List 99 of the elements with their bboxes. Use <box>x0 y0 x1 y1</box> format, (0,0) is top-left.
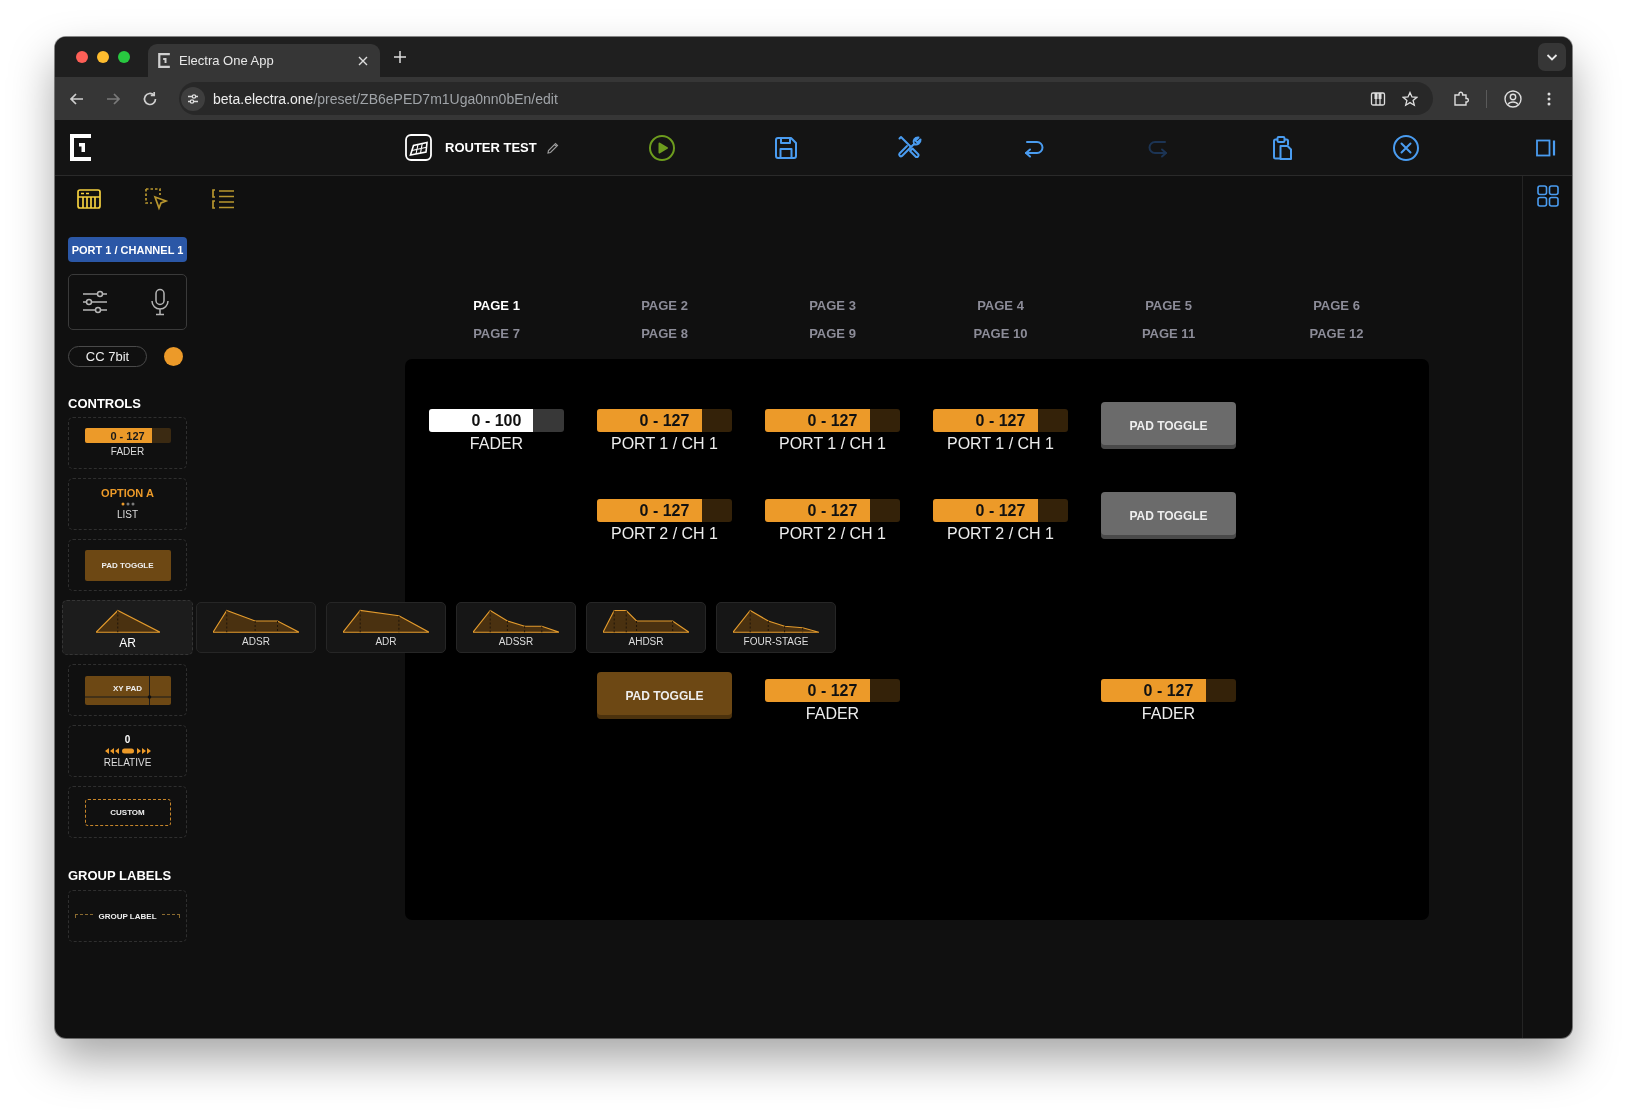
fader-track[interactable]: 0 - 127 <box>765 499 900 522</box>
fader-track[interactable]: 0 - 127 <box>765 409 900 432</box>
group-label-preview: GROUP LABEL <box>98 911 157 921</box>
envelope-label: AR <box>119 636 136 650</box>
fader-track[interactable]: 0 - 127 <box>765 679 900 702</box>
group-label-card[interactable]: GROUP LABEL <box>68 890 187 942</box>
page-tab[interactable]: PAGE 5 <box>1101 292 1236 320</box>
fader-track[interactable]: 0 - 127 <box>597 409 732 432</box>
fader-label: FADER <box>805 704 860 724</box>
site-settings-icon[interactable] <box>181 86 205 111</box>
envelope-curve-icon <box>603 609 689 633</box>
fader-card[interactable]: 0 - 127 FADER <box>68 417 187 469</box>
color-swatch-icon[interactable] <box>164 347 183 366</box>
step-arrows-icon <box>104 747 151 754</box>
port-channel-button[interactable]: PORT 1 / CHANNEL 1 <box>68 237 187 262</box>
grid-view-icon[interactable] <box>1536 185 1559 207</box>
puzzle-piece-icon[interactable] <box>1452 89 1470 108</box>
preset-name: ROUTER TEST <box>445 140 537 155</box>
envelope-option[interactable]: ADSSR <box>456 602 576 653</box>
keyboard-icon[interactable] <box>76 186 102 212</box>
envelope-curve-icon <box>213 609 299 633</box>
envelope-label: AHDSR <box>628 636 664 648</box>
piano-keys-icon[interactable] <box>1370 90 1386 107</box>
fader-label: PORT 1 / CH 1 <box>611 434 718 454</box>
list-icon[interactable] <box>210 186 236 212</box>
fader-track[interactable]: 0 - 100 <box>429 409 564 432</box>
envelope-option[interactable]: ADR <box>326 602 446 653</box>
control-label: RELATIVE <box>103 756 152 769</box>
fader-label: PORT 1 / CH 1 <box>947 434 1054 454</box>
envelope-label: FOUR-STAGE <box>743 636 809 648</box>
pencil-icon[interactable] <box>545 140 560 155</box>
control-label: FADER <box>110 446 145 458</box>
page-tab[interactable]: PAGE 7 <box>429 320 564 348</box>
window-close-icon[interactable] <box>76 51 88 63</box>
close-icon[interactable] <box>1392 133 1420 162</box>
fader-label: PORT 1 / CH 1 <box>779 434 886 454</box>
xy-pad-card[interactable]: XY PAD <box>68 664 187 716</box>
plus-icon[interactable] <box>393 50 407 64</box>
profile-icon[interactable] <box>1504 89 1522 108</box>
selection-cursor-icon[interactable] <box>143 186 169 212</box>
page-tab[interactable]: PAGE 1 <box>429 292 564 320</box>
relative-value: 0 <box>124 733 131 746</box>
list-card[interactable]: OPTION A LIST <box>68 478 187 530</box>
envelope-label: ADR <box>375 636 397 648</box>
envelope-curve-icon <box>473 609 559 633</box>
pad-toggle-preview: PAD TOGGLE <box>84 549 171 581</box>
page-tab[interactable]: PAGE 12 <box>1269 320 1404 348</box>
window-zoom-icon[interactable] <box>118 51 130 63</box>
envelope-curve-icon <box>343 609 429 633</box>
page-tab[interactable]: PAGE 6 <box>1269 292 1404 320</box>
custom-preview: CUSTOM <box>84 798 171 826</box>
option-dots-icon <box>120 502 135 506</box>
play-icon[interactable] <box>648 133 676 162</box>
page-tab[interactable]: PAGE 2 <box>597 292 732 320</box>
page-tab[interactable]: PAGE 9 <box>765 320 900 348</box>
logo-icon[interactable] <box>70 134 91 161</box>
page-tab[interactable]: PAGE 4 <box>933 292 1068 320</box>
page-tab[interactable]: PAGE 3 <box>765 292 900 320</box>
pad-toggle-button[interactable]: PAD TOGGLE <box>597 672 732 719</box>
fader-track[interactable]: 0 - 127 <box>597 499 732 522</box>
address-field[interactable]: beta.electra.one/preset/ZB6ePED7m1Uga0nn0bEn/edit <box>179 82 1433 115</box>
fader-track[interactable]: 0 - 127 <box>933 409 1068 432</box>
section-title: CONTROLS <box>68 396 141 412</box>
envelope-option[interactable]: ADSR <box>196 602 316 653</box>
custom-card[interactable]: CUSTOM <box>68 786 187 838</box>
side-panel-icon[interactable] <box>1536 138 1556 157</box>
page-tab[interactable]: PAGE 11 <box>1101 320 1236 348</box>
keyboard-tile-icon <box>405 134 432 161</box>
list-value: OPTION A <box>101 487 154 500</box>
fader-label: PORT 2 / CH 1 <box>779 524 886 544</box>
section-title: GROUP LABELS <box>68 868 172 884</box>
logo-icon <box>158 53 170 68</box>
page-tab[interactable]: PAGE 10 <box>933 320 1068 348</box>
control-label: LIST <box>116 509 139 521</box>
envelope-option[interactable]: FOUR-STAGE <box>716 602 836 653</box>
envelope-curve-icon <box>733 609 819 633</box>
envelope-curve-icon <box>95 609 160 633</box>
envelope-label: ADSSR <box>498 636 534 648</box>
xy-pad-preview: XY PAD <box>84 675 171 705</box>
window-minimize-icon[interactable] <box>97 51 109 63</box>
page-tab[interactable]: PAGE 8 <box>597 320 732 348</box>
envelope-option[interactable]: AHDSR <box>586 602 706 653</box>
browser-tab[interactable]: Electra One App <box>148 44 380 77</box>
pad-toggle-button[interactable]: PAD TOGGLE <box>1101 402 1236 449</box>
fader-track: 0 - 127 <box>84 428 171 443</box>
chevron-down-icon[interactable] <box>1538 43 1566 71</box>
envelope-option[interactable]: AR <box>62 600 193 655</box>
fader-label: FADER <box>469 434 524 454</box>
pad-toggle-button[interactable]: PAD TOGGLE <box>1101 492 1236 539</box>
fader-label: PORT 2 / CH 1 <box>611 524 718 544</box>
star-icon[interactable] <box>1402 90 1418 107</box>
reload-icon[interactable] <box>141 89 159 108</box>
envelope-label: ADSR <box>242 636 270 648</box>
relative-card[interactable]: 0 RELATIVE <box>68 725 187 777</box>
fader-label: FADER <box>1141 704 1196 724</box>
pad-card[interactable]: PAD TOGGLE <box>68 539 187 591</box>
fader-track[interactable]: 0 - 127 <box>1101 679 1236 702</box>
fader-track[interactable]: 0 - 127 <box>933 499 1068 522</box>
fader-label: PORT 2 / CH 1 <box>947 524 1054 544</box>
